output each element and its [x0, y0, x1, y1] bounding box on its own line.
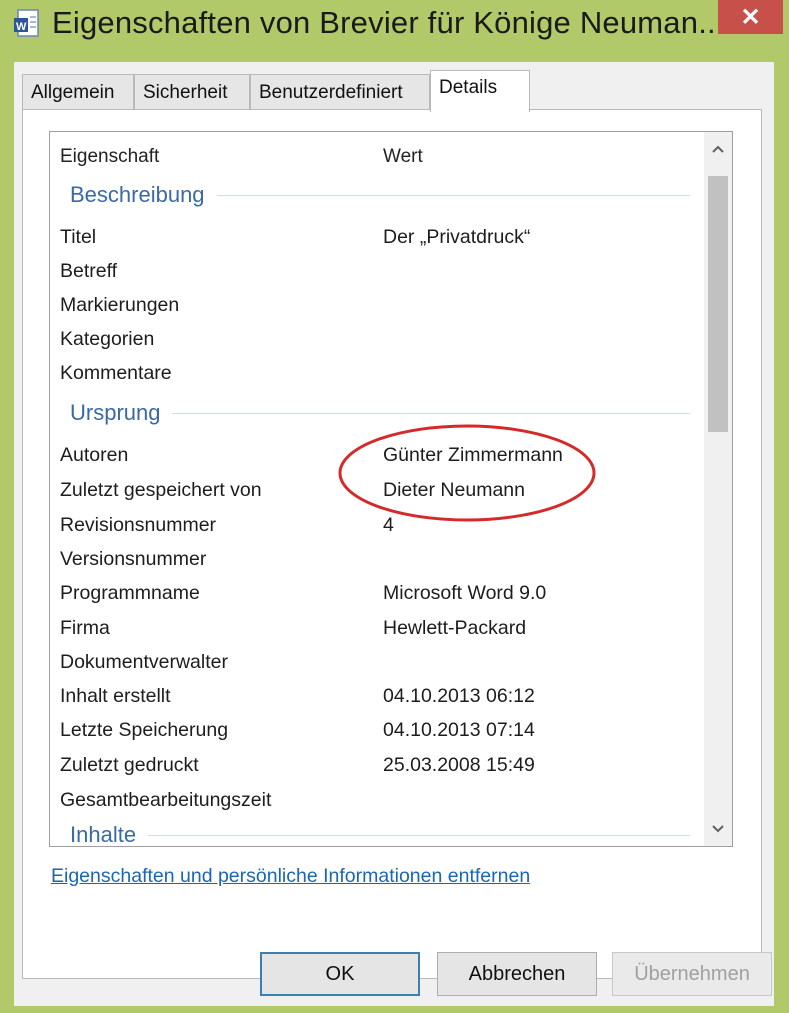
- tab-strip: Allgemein Sicherheit Benutzerdefiniert D…: [22, 70, 762, 112]
- close-button[interactable]: ✕: [718, 0, 783, 34]
- group-heading-origin: Ursprung: [70, 400, 690, 426]
- property-label[interactable]: Gesamtbearbeitungszeit: [60, 789, 271, 812]
- properties-dialog: W Eigenschaften von Brevier für Könige N…: [0, 0, 789, 1013]
- tab-sicherheit[interactable]: Sicherheit: [134, 74, 250, 110]
- property-label[interactable]: Markierungen: [60, 294, 179, 317]
- property-value[interactable]: Günter Zimmermann: [383, 444, 563, 467]
- svg-text:W: W: [16, 21, 27, 33]
- close-icon: ✕: [740, 3, 761, 31]
- property-label[interactable]: Kommentare: [60, 362, 172, 385]
- group-heading-content: Inhalte: [70, 822, 690, 846]
- property-label[interactable]: Letzte Speicherung: [60, 719, 228, 742]
- vertical-scrollbar[interactable]: [704, 132, 732, 846]
- property-label[interactable]: Programmname: [60, 582, 200, 605]
- tab-benutzerdefiniert[interactable]: Benutzerdefiniert: [250, 74, 430, 110]
- property-label[interactable]: Autoren: [60, 444, 128, 467]
- ok-button[interactable]: OK: [260, 952, 420, 996]
- property-value[interactable]: Der „Privatdruck“: [383, 226, 530, 249]
- remove-properties-link[interactable]: Eigenschaften und persönliche Informatio…: [51, 865, 530, 888]
- annotation-oval: [338, 424, 596, 522]
- property-label[interactable]: Kategorien: [60, 328, 154, 351]
- property-label[interactable]: Zuletzt gespeichert von: [60, 479, 262, 502]
- column-header-value[interactable]: Wert: [383, 146, 423, 168]
- properties-list-content: Eigenschaft Wert Beschreibung Titel Der …: [50, 132, 704, 846]
- group-heading-description: Beschreibung: [70, 182, 690, 208]
- property-label[interactable]: Titel: [60, 226, 96, 249]
- property-label[interactable]: Revisionsnummer: [60, 514, 216, 537]
- apply-button[interactable]: Übernehmen: [612, 952, 772, 996]
- dialog-body: Allgemein Sicherheit Benutzerdefiniert D…: [14, 62, 774, 1006]
- scroll-down-button[interactable]: [704, 814, 732, 844]
- property-label[interactable]: Betreff: [60, 260, 117, 283]
- property-value[interactable]: 25.03.2008 15:49: [383, 754, 535, 777]
- property-label[interactable]: Zuletzt gedruckt: [60, 754, 199, 777]
- property-value[interactable]: 04.10.2013 06:12: [383, 685, 535, 708]
- chevron-up-icon: [712, 145, 724, 153]
- property-value[interactable]: Dieter Neumann: [383, 479, 525, 502]
- chevron-down-icon: [712, 825, 724, 833]
- property-value[interactable]: 04.10.2013 07:14: [383, 719, 535, 742]
- word-document-icon: W: [14, 8, 42, 40]
- property-label[interactable]: Firma: [60, 617, 110, 640]
- scroll-thumb[interactable]: [708, 176, 728, 432]
- property-value[interactable]: Microsoft Word 9.0: [383, 582, 546, 605]
- cancel-button[interactable]: Abbrechen: [437, 952, 597, 996]
- column-header-property[interactable]: Eigenschaft: [60, 146, 159, 168]
- property-value[interactable]: 4: [383, 514, 394, 537]
- window-title: Eigenschaften von Brevier für Könige Neu…: [52, 5, 725, 40]
- properties-list[interactable]: Eigenschaft Wert Beschreibung Titel Der …: [49, 131, 733, 847]
- property-label[interactable]: Dokumentverwalter: [60, 651, 228, 674]
- tab-details[interactable]: Details: [430, 70, 530, 112]
- title-bar[interactable]: W Eigenschaften von Brevier für Könige N…: [0, 0, 789, 50]
- details-panel: Eigenschaft Wert Beschreibung Titel Der …: [22, 109, 762, 979]
- tab-allgemein[interactable]: Allgemein: [22, 74, 134, 110]
- scroll-up-button[interactable]: [704, 134, 732, 164]
- property-label[interactable]: Versionsnummer: [60, 548, 206, 571]
- property-value[interactable]: Hewlett-Packard: [383, 617, 526, 640]
- property-label[interactable]: Inhalt erstellt: [60, 685, 171, 708]
